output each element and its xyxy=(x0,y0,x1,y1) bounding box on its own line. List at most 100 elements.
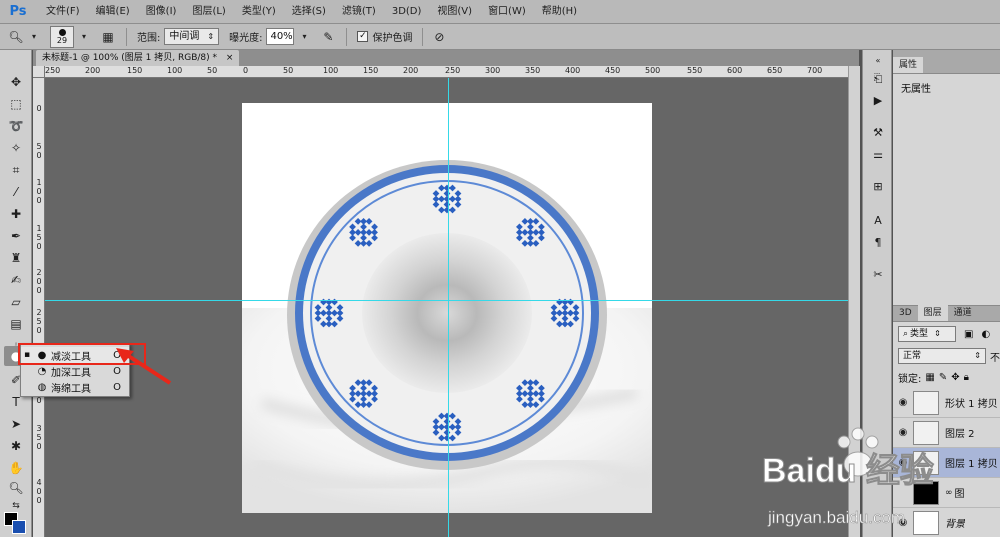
vertical-ruler[interactable]: 0 5 0 1 0 0 1 5 0 2 0 0 2 5 0 3 0 0 3 5 … xyxy=(33,78,45,537)
adjustment-filter-icon[interactable]: ◐ xyxy=(981,329,990,340)
layer-kind-filter[interactable]: ⌕ 类型 ⇕ xyxy=(898,326,956,342)
eye-icon[interactable]: ◉ xyxy=(893,397,913,408)
background-color-swatch[interactable] xyxy=(12,520,26,534)
brush-presets-icon[interactable]: ⚌ xyxy=(868,146,888,164)
healing-brush-tool-icon[interactable]: ✚ xyxy=(4,204,28,224)
brush-preset-picker[interactable]: 29 xyxy=(50,25,74,48)
ruler-label: 150 xyxy=(127,66,143,75)
ruler-label: 600 xyxy=(727,66,743,75)
lock-all-icon[interactable]: 🔒︎ xyxy=(964,372,969,383)
collapse-icon[interactable]: « xyxy=(868,52,888,70)
lasso-tool-icon[interactable]: ➰ xyxy=(4,116,28,136)
clone-stamp-tool-icon[interactable]: ♜ xyxy=(4,248,28,268)
layer-filter-row: ⌕ 类型 ⇕ ▣ ◐ xyxy=(893,324,1000,344)
brush-chevron-icon[interactable]: ▾ xyxy=(76,29,92,45)
menu-image[interactable]: 图像(I) xyxy=(138,0,185,24)
history-brush-tool-icon[interactable]: ✍ xyxy=(4,270,28,290)
menu-layer[interactable]: 图层(L) xyxy=(184,0,233,24)
path-selection-tool-icon[interactable]: ➤ xyxy=(4,414,28,434)
range-label: 范围: xyxy=(137,33,161,44)
divider xyxy=(346,27,348,46)
watermark-url: jingyan.baidu.com xyxy=(767,508,905,527)
protect-tones-checkbox[interactable]: ✓ xyxy=(357,31,369,42)
ruler-label: 100 xyxy=(167,66,183,75)
lock-position-icon[interactable]: ✥ xyxy=(951,372,959,383)
hand-tool-icon[interactable]: ✋ xyxy=(4,458,28,478)
crop-tool-icon[interactable]: ⌗ xyxy=(4,160,28,180)
marquee-tool-icon[interactable]: ⬚ xyxy=(4,94,28,114)
eyedropper-tool-icon[interactable]: ⁄ xyxy=(4,182,28,202)
shape-tool-icon[interactable]: ✱ xyxy=(4,436,28,456)
search-icon: ⌕ xyxy=(903,329,909,339)
opacity-label: 不 xyxy=(990,352,1000,364)
exposure-label: 曝光度: xyxy=(229,33,263,44)
canvas-workspace[interactable] xyxy=(45,78,848,537)
brush-panel-toggle-icon[interactable]: ▦ xyxy=(100,29,116,45)
image-filter-icon[interactable]: ▣ xyxy=(964,329,973,340)
baidu-jingyan-watermark: Baidu 经验 jingyan.baidu.com xyxy=(762,427,934,527)
brush-panel-icon[interactable]: ⚒ xyxy=(868,124,888,142)
actions-play-icon[interactable]: ▶ xyxy=(868,92,888,110)
plate-artwork xyxy=(242,103,652,513)
photoshop-logo: Ps xyxy=(9,4,27,19)
exposure-input[interactable]: 40% xyxy=(266,28,295,45)
ruler-origin[interactable] xyxy=(33,66,45,78)
layers-tab-bar: 3D 图层 通道 xyxy=(893,305,1000,322)
tool-presets-icon[interactable]: ✂ xyxy=(868,266,888,284)
protect-tones-label: 保护色调 xyxy=(372,33,413,44)
document-tab[interactable]: 未标题-1 @ 100% (图层 1 拷贝, RGB/8) * × xyxy=(36,50,240,66)
ruler-label: 300 xyxy=(485,66,501,75)
menu-3d[interactable]: 3D(D) xyxy=(384,0,430,24)
range-select[interactable]: 中间调 ⇕ xyxy=(164,28,220,45)
chevron-down-icon[interactable]: ▾ xyxy=(26,29,42,45)
zoom-tool-icon[interactable]: 🔍︎ xyxy=(4,478,28,498)
airbrush-icon[interactable]: ✎ xyxy=(320,29,336,45)
menu-help[interactable]: 帮助(H) xyxy=(534,0,585,24)
ruler-label: 550 xyxy=(687,66,703,75)
flyout-item-label: 海绵工具 xyxy=(51,383,91,395)
quick-select-tool-icon[interactable]: ✧ xyxy=(4,138,28,158)
menu-edit[interactable]: 编辑(E) xyxy=(88,0,138,24)
paragraph-panel-icon[interactable]: ¶ xyxy=(868,234,888,252)
lock-label: 锁定: xyxy=(898,373,922,385)
lock-transparency-icon[interactable]: ▦ xyxy=(925,372,934,383)
horizontal-ruler[interactable]: 250 200 150 100 50 0 50 100 150 200 250 … xyxy=(45,66,848,78)
exposure-chevron-icon[interactable]: ▾ xyxy=(296,29,312,45)
tab-channels[interactable]: 通道 xyxy=(948,305,978,321)
ruler-label: 1 5 0 xyxy=(36,224,42,251)
eraser-tool-icon[interactable]: ▱ xyxy=(4,292,28,312)
horizontal-guide[interactable] xyxy=(45,300,848,301)
menu-type[interactable]: 类型(Y) xyxy=(234,0,284,24)
move-tool-icon[interactable]: ✥ xyxy=(4,72,28,92)
vertical-guide[interactable] xyxy=(448,78,449,537)
document-canvas[interactable] xyxy=(242,103,652,513)
pressure-size-icon[interactable]: ⊘ xyxy=(431,29,447,45)
document-tab-strip: 未标题-1 @ 100% (图层 1 拷贝, RGB/8) * × xyxy=(33,50,859,66)
history-panel-icon[interactable]: ⎗ xyxy=(868,70,888,88)
close-icon[interactable]: × xyxy=(226,53,234,63)
dodge-tool-preset-icon[interactable]: 🔍︎ xyxy=(8,29,24,45)
tab-layers[interactable]: 图层 xyxy=(917,305,948,321)
tab-properties[interactable]: 属性 xyxy=(893,57,924,73)
ruler-label: 50 xyxy=(283,66,294,75)
ruler-label: 250 xyxy=(45,66,61,75)
layer-row[interactable]: ◉ 形状 1 拷贝 xyxy=(893,388,1000,418)
lock-pixels-icon[interactable]: ✎ xyxy=(939,372,947,383)
divider xyxy=(126,27,127,46)
tools-panel: ✥ ⬚ ➰ ✧ ⌗ ⁄ ✚ ✒ ♜ ✍ ▱ ▤ 💧︎ ● ✐ T ➤ ✱ ✋ 🔍… xyxy=(0,50,32,537)
ruler-label: 250 xyxy=(445,66,461,75)
blend-mode-value: 正常 xyxy=(903,351,922,361)
tab-3d[interactable]: 3D xyxy=(893,305,918,321)
menu-file[interactable]: 文件(F) xyxy=(38,0,88,24)
character-panel-icon[interactable]: A xyxy=(868,212,888,230)
gradient-tool-icon[interactable]: ▤ xyxy=(4,314,28,334)
ruler-label: 2 5 0 xyxy=(36,308,42,335)
menu-view[interactable]: 视图(V) xyxy=(429,0,480,24)
menu-window[interactable]: 窗口(W) xyxy=(480,0,534,24)
menu-select[interactable]: 选择(S) xyxy=(284,0,334,24)
blend-mode-select[interactable]: 正常 ⇕ xyxy=(898,348,986,364)
clone-source-icon[interactable]: ⊞ xyxy=(868,178,888,196)
ruler-label: 450 xyxy=(605,66,621,75)
brush-tool-icon[interactable]: ✒ xyxy=(4,226,28,246)
menu-filter[interactable]: 滤镜(T) xyxy=(334,0,384,24)
